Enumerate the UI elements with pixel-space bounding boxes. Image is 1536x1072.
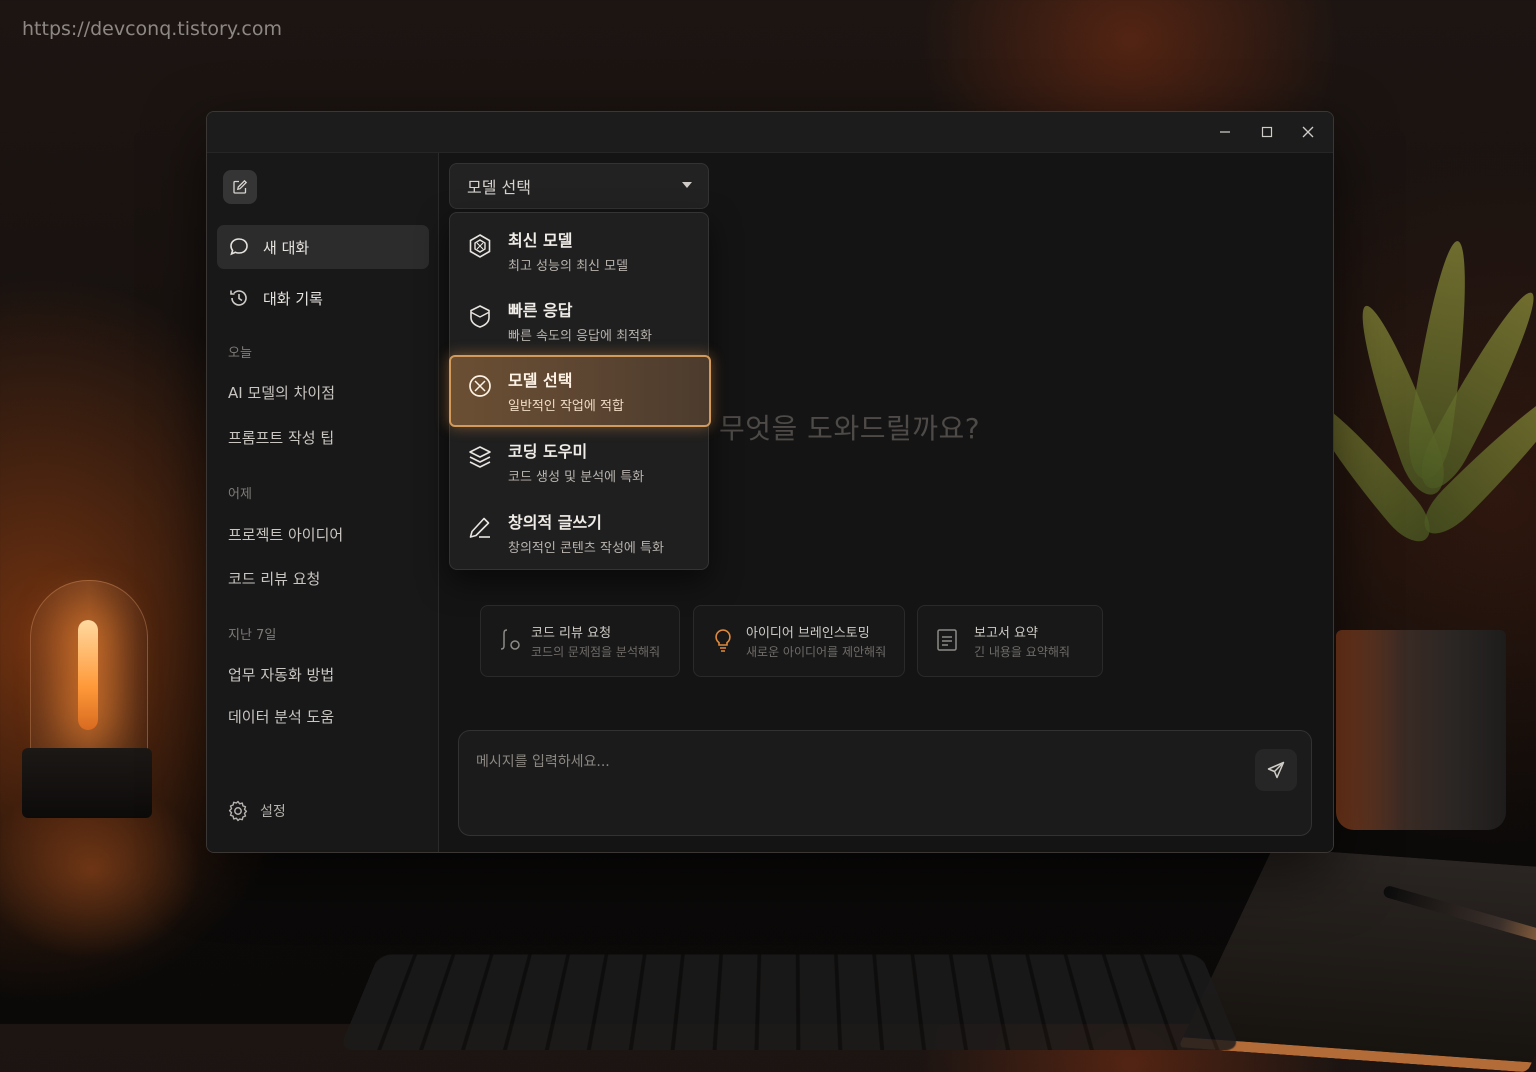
- main-area: 모델 선택 무엇을 도와드릴까요? 최신 모델 최고 성능의 최신 모델 빠른 …: [439, 153, 1333, 852]
- history-item[interactable]: 프롬프트 작성 팁: [228, 427, 334, 448]
- model-select-label: 모델 선택: [467, 178, 531, 197]
- section-label-yesterday: 어제: [228, 487, 252, 502]
- layers-icon: [469, 446, 491, 468]
- hexagon-icon: [469, 234, 491, 258]
- model-option-desc: 빠른 속도의 응답에 최적화: [508, 329, 652, 344]
- close-button[interactable]: [1295, 120, 1321, 144]
- edit-icon: [233, 179, 248, 194]
- suggestion-title: 코드 리뷰 요청: [531, 626, 612, 641]
- keyboard-decoration: [339, 954, 1241, 1050]
- model-options-menu: 최신 모델 최고 성능의 최신 모델 빠른 응답 빠른 속도의 응답에 최적화 …: [449, 212, 711, 570]
- suggestion-card-brainstorm[interactable]: 아이디어 브레인스토밍 새로운 아이디어를 제안해줘: [693, 605, 905, 677]
- model-option-desc: 창의적인 콘텐츠 작성에 특화: [508, 541, 664, 556]
- history-item[interactable]: 코드 리뷰 요청: [228, 568, 320, 589]
- pencil-icon: [469, 517, 490, 538]
- section-label-last-7-days: 지난 7일: [228, 628, 277, 643]
- chat-history-button[interactable]: 대화 기록: [217, 276, 429, 320]
- model-option-title: 빠른 응답: [508, 301, 573, 320]
- url-watermark: https://devconq.tistory.com: [22, 18, 282, 40]
- chat-bubble-icon: [227, 235, 251, 259]
- model-option-title: 코딩 도우미: [508, 442, 588, 461]
- message-composer[interactable]: 메시지를 입력하세요...: [458, 730, 1312, 836]
- section-label-today: 오늘: [228, 346, 252, 361]
- history-item[interactable]: AI 모델의 차이점: [228, 382, 335, 403]
- history-item[interactable]: 프로젝트 아이디어: [228, 524, 343, 545]
- send-icon: [1267, 761, 1285, 779]
- model-select-dropdown[interactable]: 모델 선택: [449, 163, 709, 209]
- new-chat-button[interactable]: 새 대화: [217, 225, 429, 269]
- send-button[interactable]: [1255, 749, 1297, 791]
- model-option-fast[interactable]: 빠른 응답 빠른 속도의 응답에 최적화: [450, 285, 708, 353]
- history-item[interactable]: 업무 자동화 방법: [228, 664, 334, 685]
- history-icon: [227, 286, 251, 310]
- suggestion-desc: 코드의 문제점을 분석해줘: [531, 645, 661, 659]
- chat-history-label: 대화 기록: [263, 289, 323, 308]
- model-option-creative[interactable]: 창의적 글쓰기 창의적인 콘텐츠 작성에 특화: [450, 497, 708, 565]
- shield-icon: [470, 305, 490, 328]
- model-option-title: 창의적 글쓰기: [508, 513, 602, 532]
- code-icon: [500, 629, 520, 650]
- model-option-title: 최신 모델: [508, 231, 573, 250]
- caret-down-icon: [682, 182, 692, 188]
- gear-icon: [228, 800, 248, 822]
- title-bar: [207, 112, 1333, 153]
- sidebar: 새 대화 대화 기록 오늘 AI 모델의 차이점 프롬프트 작성 팁 어제 프로…: [207, 153, 439, 852]
- lamp-decoration: [0, 580, 202, 960]
- compass-icon: [469, 375, 491, 397]
- settings-label: 설정: [260, 804, 286, 820]
- model-option-default-selected[interactable]: 모델 선택 일반적인 작업에 적합: [449, 355, 711, 427]
- close-icon: [1302, 126, 1314, 138]
- model-option-coding[interactable]: 코딩 도우미 코드 생성 및 분석에 특화: [450, 426, 708, 494]
- model-option-latest[interactable]: 최신 모델 최고 성능의 최신 모델: [450, 215, 708, 283]
- suggestion-desc: 새로운 아이디어를 제안해줘: [746, 645, 887, 659]
- model-option-desc: 일반적인 작업에 적합: [508, 399, 624, 414]
- new-chat-label: 새 대화: [263, 238, 310, 257]
- hero-prompt: 무엇을 도와드릴까요?: [719, 412, 981, 445]
- model-option-title: 모델 선택: [508, 371, 573, 390]
- suggestion-card-summary[interactable]: 보고서 요약 긴 내용을 요약해줘: [917, 605, 1103, 677]
- compose-button[interactable]: [223, 170, 257, 204]
- settings-button[interactable]: 설정: [226, 799, 286, 823]
- message-input-placeholder: 메시지를 입력하세요...: [476, 754, 610, 770]
- app-window: 새 대화 대화 기록 오늘 AI 모델의 차이점 프롬프트 작성 팁 어제 프로…: [206, 111, 1334, 853]
- model-option-desc: 코드 생성 및 분석에 특화: [508, 470, 645, 485]
- maximize-icon: [1261, 126, 1273, 138]
- history-item[interactable]: 데이터 분석 도움: [228, 706, 334, 727]
- model-option-desc: 최고 성능의 최신 모델: [508, 259, 629, 274]
- suggestion-title: 보고서 요약: [974, 626, 1038, 641]
- maximize-button[interactable]: [1254, 120, 1280, 144]
- minimize-button[interactable]: [1212, 120, 1238, 144]
- suggestion-card-code-review[interactable]: 코드 리뷰 요청 코드의 문제점을 분석해줘: [480, 605, 680, 677]
- document-icon: [937, 629, 957, 651]
- lightbulb-icon: [715, 629, 731, 652]
- suggestion-desc: 긴 내용을 요약해줘: [974, 645, 1070, 659]
- minimize-icon: [1220, 131, 1230, 133]
- suggestion-title: 아이디어 브레인스토밍: [746, 626, 870, 641]
